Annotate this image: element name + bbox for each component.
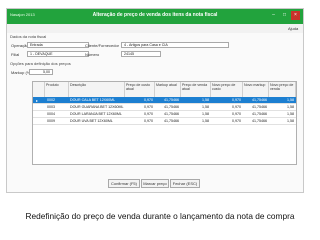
client-label: Cliente/Fornecedor: [85, 43, 120, 48]
operation-label: Operação: [11, 43, 29, 48]
client-field[interactable]: 4 - Artigos para Casa e CIA: [121, 42, 229, 48]
number-label: Número: [85, 52, 100, 57]
slide-caption: Redefinição do preço de venda durante o …: [25, 211, 295, 221]
window-title: Alteração de preço de venda dos itens da…: [92, 12, 218, 18]
menu-bar: Ajuda: [7, 24, 303, 33]
number-field[interactable]: 24145: [121, 51, 161, 57]
column-header-new-cost[interactable]: Novo preço de custo: [211, 82, 243, 97]
column-header-new-markup[interactable]: Novo markup: [243, 82, 269, 97]
close-icon[interactable]: ×: [291, 11, 300, 20]
app-window: Nasajon 2013 Alteração de preço de venda…: [6, 8, 304, 193]
options-group-label: Opções para definição dos preços: [10, 61, 71, 66]
table-row[interactable]: 0003 DOUR GUARANA BET 12X60ML 0,970 41,7…: [33, 104, 296, 111]
column-header-cost[interactable]: Preço de custo atual: [125, 82, 155, 97]
row-pointer-icon: ▸: [36, 98, 39, 103]
table-row[interactable]: 0009 DOUR UVA BET 12X60ML 0,970 41,75466…: [33, 118, 296, 125]
column-header-sale-price[interactable]: Preço de venda atual: [181, 82, 211, 97]
column-header-product[interactable]: Produto: [45, 82, 69, 97]
branch-label: Filial: [11, 52, 20, 57]
confirm-button[interactable]: Confirmar (F5): [108, 179, 140, 188]
markup-input[interactable]: 5,00: [29, 69, 53, 75]
close-button[interactable]: Fechar (ESC): [170, 179, 200, 188]
invoice-group-label: Dados da nota fiscal: [10, 34, 47, 39]
column-header-description[interactable]: Descrição: [69, 82, 125, 97]
minimize-icon[interactable]: –: [269, 11, 278, 20]
branch-field[interactable]: 1 - DEVAQUE: [27, 51, 89, 57]
column-header-new-sale-price[interactable]: Novo preço de venda: [269, 82, 296, 97]
title-bar: Nasajon 2013 Alteração de preço de venda…: [7, 9, 303, 24]
operation-field[interactable]: Entrada: [27, 42, 89, 48]
table-row[interactable]: 0004 DOUR LARANJA BET 12X60ML 0,970 41,7…: [33, 111, 296, 118]
mark-price-button[interactable]: Marcar preço: [141, 179, 169, 188]
maximize-icon[interactable]: □: [280, 11, 289, 20]
menu-help[interactable]: Ajuda: [288, 26, 298, 31]
table-header-check: [33, 82, 45, 97]
table-row[interactable]: ▸ 0002 DOUR CALA BET 12X60ML 0,970 41,75…: [33, 97, 296, 104]
column-header-markup[interactable]: Markup atual: [155, 82, 181, 97]
items-table: Produto Descrição Preço de custo atual M…: [32, 81, 297, 165]
